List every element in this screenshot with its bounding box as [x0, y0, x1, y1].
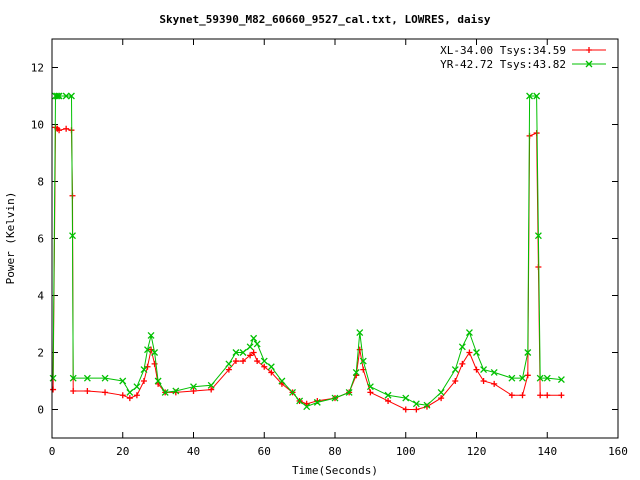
- data-point: [491, 380, 498, 387]
- data-point: [413, 406, 420, 413]
- data-point: [63, 125, 70, 132]
- data-point: [126, 388, 134, 396]
- chart-title: Skynet_59390_M82_60660_9527_cal.txt, LOW…: [159, 13, 491, 26]
- data-point: [558, 392, 565, 399]
- y-tick-label: 8: [37, 176, 44, 189]
- data-point: [524, 372, 531, 379]
- data-point: [458, 343, 466, 351]
- series-layer: [49, 92, 565, 413]
- y-tick-label: 12: [31, 62, 44, 75]
- data-point: [367, 389, 374, 396]
- data-point: [250, 334, 258, 342]
- data-point: [490, 368, 498, 376]
- y-tick-label: 4: [37, 290, 44, 303]
- data-point: [260, 357, 268, 365]
- data-point: [119, 392, 126, 399]
- series-1: [50, 124, 565, 413]
- data-point: [84, 387, 91, 394]
- data-point: [466, 349, 473, 356]
- x-tick-label: 20: [116, 445, 129, 458]
- data-point: [133, 383, 141, 391]
- series-line: [52, 95, 562, 408]
- x-tick-label: 140: [537, 445, 557, 458]
- y-tick-label: 6: [37, 233, 44, 246]
- y-tick-label: 10: [31, 119, 44, 132]
- data-point: [519, 392, 526, 399]
- data-point: [465, 329, 473, 337]
- chart: Skynet_59390_M82_60660_9527_cal.txt, LOW…: [4, 13, 628, 477]
- y-axis-label: Power (Kelvin): [4, 192, 17, 285]
- data-point: [267, 363, 275, 371]
- legend-label: XL-34.00 Tsys:34.59: [440, 44, 566, 57]
- x-tick-label: 80: [328, 445, 341, 458]
- data-point: [544, 392, 551, 399]
- data-point: [385, 397, 392, 404]
- data-point: [225, 360, 233, 368]
- data-point: [70, 387, 77, 394]
- x-axis-label: Time(Seconds): [292, 464, 378, 477]
- y-tick-label: 0: [37, 404, 44, 417]
- x-tick-label: 100: [396, 445, 416, 458]
- data-point: [473, 366, 480, 373]
- series-2: [49, 92, 565, 411]
- data-point: [102, 389, 109, 396]
- legend-marker: [586, 47, 592, 53]
- data-point: [246, 343, 254, 351]
- data-point: [537, 392, 544, 399]
- data-point: [473, 349, 480, 356]
- legend: XL-34.00 Tsys:34.59YR-42.72 Tsys:43.82: [440, 44, 606, 71]
- data-point: [133, 392, 140, 399]
- data-point: [402, 406, 409, 413]
- data-point: [508, 392, 515, 399]
- x-tick-label: 40: [187, 445, 200, 458]
- legend-label: YR-42.72 Tsys:43.82: [440, 58, 566, 71]
- data-point: [140, 378, 147, 384]
- data-point: [459, 360, 466, 367]
- x-tick-label: 120: [467, 445, 487, 458]
- data-point: [480, 378, 487, 384]
- plot-frame: [51, 38, 619, 439]
- data-point: [126, 395, 133, 402]
- data-point: [451, 366, 459, 374]
- y-tick-label: 2: [37, 347, 44, 360]
- x-tick-label: 60: [258, 445, 271, 458]
- data-point: [437, 388, 445, 396]
- x-tick-label: 0: [49, 445, 56, 458]
- data-point: [480, 366, 488, 374]
- x-tick-label: 160: [608, 445, 628, 458]
- data-point: [253, 340, 261, 348]
- data-point: [50, 386, 57, 393]
